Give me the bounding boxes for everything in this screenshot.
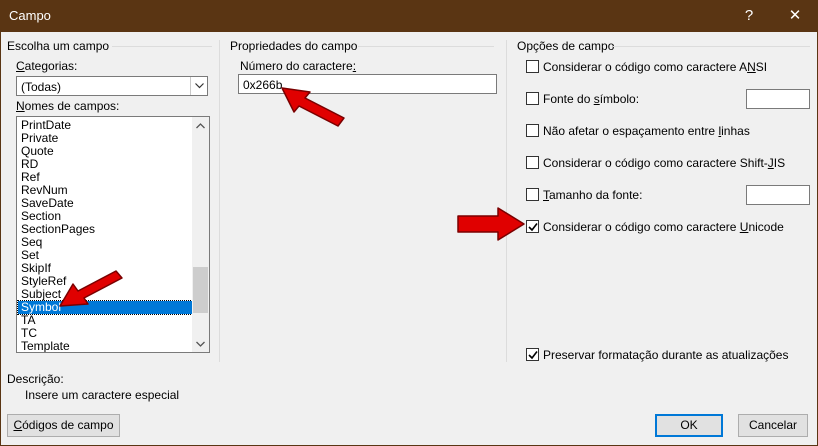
description-text: Insere um caractere especial bbox=[25, 388, 180, 402]
choose-field-group-title: Escolha um campo bbox=[7, 39, 110, 53]
preserve-format-checkbox[interactable] bbox=[526, 348, 539, 361]
help-button[interactable]: ? bbox=[726, 0, 772, 32]
char-number-input[interactable]: 0x266b bbox=[238, 74, 497, 94]
checkmark-icon bbox=[528, 223, 538, 232]
ansi-checkbox[interactable] bbox=[526, 60, 539, 73]
char-number-label: Número do caractere: bbox=[240, 59, 357, 73]
field-codes-button[interactable]: Códigos de campo bbox=[7, 414, 120, 437]
list-item[interactable]: Template bbox=[18, 340, 192, 353]
window-title: Campo bbox=[9, 8, 51, 23]
annotation-arrow-icon bbox=[457, 207, 525, 241]
list-item[interactable]: SectionPages bbox=[18, 223, 192, 236]
field-names-label: Nomes de campos: bbox=[16, 99, 120, 113]
categories-label: Categorias: bbox=[16, 59, 78, 73]
ansi-label: Considerar o código como caractere ANSI bbox=[543, 60, 768, 74]
close-button[interactable]: ✕ bbox=[772, 0, 818, 32]
group-divider bbox=[613, 46, 810, 47]
symbol-font-checkbox[interactable] bbox=[526, 92, 539, 105]
list-item[interactable]: Seq bbox=[18, 236, 192, 249]
line-spacing-label: Não afetar o espaçamento entre linhas bbox=[543, 124, 750, 138]
scroll-up-icon[interactable] bbox=[192, 117, 209, 134]
vertical-divider-left bbox=[219, 40, 220, 362]
line-spacing-checkbox[interactable] bbox=[526, 124, 539, 137]
categories-value: (Todas) bbox=[21, 80, 62, 94]
field-options-group-title: Opções de campo bbox=[517, 39, 615, 53]
vertical-divider-right bbox=[506, 40, 507, 362]
checkmark-icon bbox=[528, 351, 538, 360]
list-item[interactable]: TA bbox=[18, 314, 192, 327]
ok-button[interactable]: OK bbox=[655, 414, 723, 437]
list-item[interactable]: Quote bbox=[18, 145, 192, 158]
list-item[interactable]: RD bbox=[18, 158, 192, 171]
cancel-button[interactable]: Cancelar bbox=[738, 414, 808, 437]
preserve-format-label: Preservar formatação durante as atualiza… bbox=[543, 348, 789, 362]
scroll-thumb[interactable] bbox=[193, 267, 208, 313]
group-divider bbox=[112, 46, 212, 47]
title-bar: Campo ? ✕ bbox=[0, 0, 818, 32]
scroll-down-icon[interactable] bbox=[192, 335, 209, 352]
shift-jis-label: Considerar o código como caractere Shift… bbox=[543, 156, 786, 170]
chevron-down-icon[interactable] bbox=[190, 77, 207, 95]
font-size-checkbox[interactable] bbox=[526, 188, 539, 201]
annotation-arrow-icon bbox=[281, 87, 345, 127]
categories-dropdown[interactable]: (Todas) bbox=[16, 76, 208, 96]
font-size-label: Tamanho da fonte: bbox=[543, 188, 643, 202]
shift-jis-checkbox[interactable] bbox=[526, 156, 539, 169]
unicode-label: Considerar o código como caractere Unico… bbox=[543, 220, 784, 234]
field-properties-group-title: Propriedades do campo bbox=[230, 39, 358, 53]
symbol-font-input[interactable] bbox=[746, 89, 810, 109]
group-divider bbox=[358, 46, 494, 47]
description-label: Descrição: bbox=[7, 372, 64, 386]
char-number-value: 0x266b bbox=[243, 78, 283, 92]
list-scrollbar[interactable] bbox=[192, 117, 209, 352]
annotation-arrow-icon bbox=[59, 270, 123, 307]
unicode-checkbox[interactable] bbox=[526, 220, 539, 233]
field-names-list[interactable]: PrintDate Private Quote RD Ref RevNum SaveDate… bbox=[16, 116, 210, 353]
font-size-input[interactable] bbox=[746, 185, 810, 205]
symbol-font-label: Fonte do símbolo: bbox=[543, 92, 640, 106]
